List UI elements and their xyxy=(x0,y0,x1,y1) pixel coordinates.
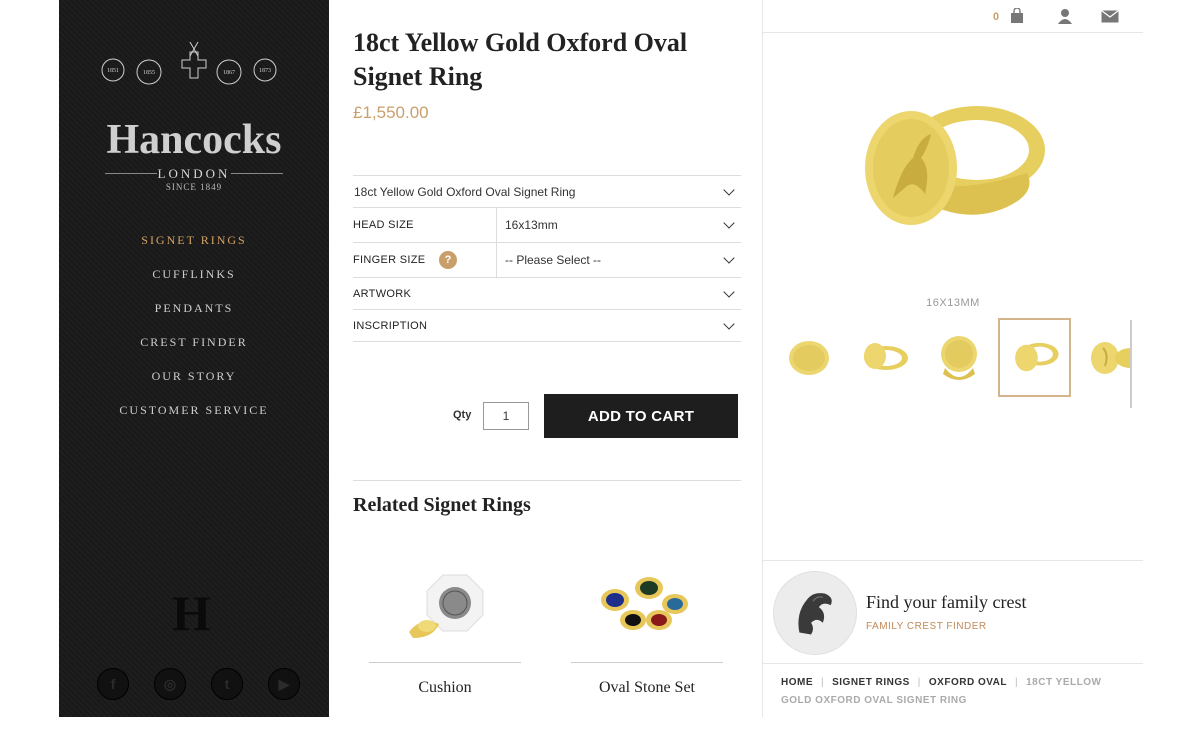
thumbnail[interactable] xyxy=(848,318,921,397)
chevron-down-icon xyxy=(723,285,735,298)
nav-item-cufflinks[interactable]: CUFFLINKS xyxy=(59,264,329,298)
instagram-icon[interactable]: ◎ xyxy=(154,668,186,700)
finger-size-select[interactable]: -- Please Select -- xyxy=(496,243,741,277)
monogram-logo: H xyxy=(172,585,211,641)
gallery-panel: 0 16X13MM Find your family crest FAMILY … xyxy=(762,0,1143,717)
thumbnail[interactable] xyxy=(1073,318,1131,397)
chevron-down-icon xyxy=(723,183,735,196)
qty-label: Qty xyxy=(453,409,472,421)
svg-text:1873: 1873 xyxy=(259,68,271,74)
user-icon[interactable] xyxy=(1057,8,1073,24)
related-name: Oval Stone Set xyxy=(599,679,695,696)
size-caption: 16X13MM xyxy=(926,297,980,309)
qty-input[interactable] xyxy=(483,402,529,430)
thumbnail-strip xyxy=(773,318,1131,398)
divider xyxy=(369,662,521,663)
breadcrumb-oxford-oval[interactable]: OXFORD OVAL xyxy=(929,677,1007,688)
header-toolbar: 0 xyxy=(763,0,1143,33)
nav-item-pendants[interactable]: PENDANTS xyxy=(59,298,329,332)
finger-size-value: -- Please Select -- xyxy=(505,253,602,267)
nav-item-our-story[interactable]: OUR STORY xyxy=(59,366,329,400)
head-size-select[interactable]: 16x13mm xyxy=(496,208,741,242)
mail-icon[interactable] xyxy=(1101,10,1119,23)
brand-since: SINCE 1849 xyxy=(165,182,223,192)
social-links: f ◎ t ▶ xyxy=(97,668,300,700)
chevron-down-icon xyxy=(723,317,735,330)
youtube-icon[interactable]: ▶ xyxy=(268,668,300,700)
related-image-oval-stone-set xyxy=(571,560,723,658)
nav-item-signet-rings[interactable]: SIGNET RINGS xyxy=(59,230,329,264)
finger-size-row: FINGER SIZE ? -- Please Select -- xyxy=(353,243,741,278)
product-options: 18ct Yellow Gold Oxford Oval Signet Ring… xyxy=(353,175,741,342)
variant-select[interactable]: 18ct Yellow Gold Oxford Oval Signet Ring xyxy=(353,176,741,208)
crest-finder-promo[interactable]: Find your family crest FAMILY CREST FIND… xyxy=(763,560,1143,664)
royal-warrant-medals: 1851 1855 1867 1873 xyxy=(101,41,277,85)
divider xyxy=(571,662,723,663)
head-size-value: 16x13mm xyxy=(505,218,558,232)
product-page: 1851 1855 1867 1873 Hancocks LONDON SINCE … xyxy=(0,0,1200,751)
cart-count: 0 xyxy=(993,11,1000,23)
variant-value: 18ct Yellow Gold Oxford Oval Signet Ring xyxy=(354,184,576,199)
product-price: £1,550.00 xyxy=(353,103,429,122)
breadcrumb: HOME | SIGNET RINGS | OXFORD OVAL | 18CT YELLO… xyxy=(781,677,1102,706)
head-size-row: HEAD SIZE 16x13mm xyxy=(353,208,741,243)
related-name: Cushion xyxy=(418,679,472,696)
thumbnail[interactable] xyxy=(923,318,996,397)
related-image-cushion xyxy=(369,560,521,658)
thumbnail-selected[interactable] xyxy=(998,318,1071,397)
head-size-label: HEAD SIZE xyxy=(353,219,414,231)
facebook-icon[interactable]: f xyxy=(97,668,129,700)
crest-image xyxy=(773,571,857,655)
svg-text:1851: 1851 xyxy=(107,68,119,74)
product-title: 18ct Yellow Gold Oxford Oval Signet Ring xyxy=(353,28,688,91)
related-title: Related Signet Rings xyxy=(353,494,531,516)
product-main-image[interactable] xyxy=(853,88,1053,288)
brand-name: Hancocks xyxy=(106,117,282,163)
brand-city: LONDON xyxy=(59,166,329,182)
twitter-icon[interactable]: t xyxy=(211,668,243,700)
sidebar: 1851 1855 1867 1873 Hancocks LONDON SINCE … xyxy=(59,0,329,717)
inscription-toggle[interactable]: INSCRIPTION xyxy=(353,310,741,342)
help-icon[interactable]: ? xyxy=(439,251,457,269)
shopping-bag-icon[interactable] xyxy=(1010,8,1024,23)
add-to-cart-button[interactable]: ADD TO CART xyxy=(544,394,738,438)
thumbnail[interactable] xyxy=(773,318,846,397)
crest-title: Find your family crest xyxy=(866,592,1027,612)
nav-item-customer-service[interactable]: CUSTOMER SERVICE xyxy=(59,400,329,434)
main-nav: SIGNET RINGS CUFFLINKS PENDANTS CREST FI… xyxy=(59,230,329,434)
scroll-indicator xyxy=(1130,320,1132,408)
divider xyxy=(353,480,741,481)
nav-item-crest-finder[interactable]: CREST FINDER xyxy=(59,332,329,366)
breadcrumb-signet-rings[interactable]: SIGNET RINGS xyxy=(832,677,910,688)
crest-finder-link[interactable]: FAMILY CREST FINDER xyxy=(866,621,987,632)
artwork-label: ARTWORK xyxy=(353,287,412,300)
svg-text:1867: 1867 xyxy=(223,70,235,76)
related-item-oval-stone-set[interactable]: Oval Stone Set xyxy=(571,560,723,697)
svg-text:1855: 1855 xyxy=(143,70,155,76)
inscription-label: INSCRIPTION xyxy=(353,319,428,332)
artwork-toggle[interactable]: ARTWORK xyxy=(353,278,741,310)
finger-size-label: FINGER SIZE xyxy=(353,254,426,266)
breadcrumb-home[interactable]: HOME xyxy=(781,677,813,688)
related-item-cushion[interactable]: Cushion xyxy=(369,560,521,697)
brand-logo[interactable]: Hancocks LONDON SINCE 1849 xyxy=(59,116,329,192)
